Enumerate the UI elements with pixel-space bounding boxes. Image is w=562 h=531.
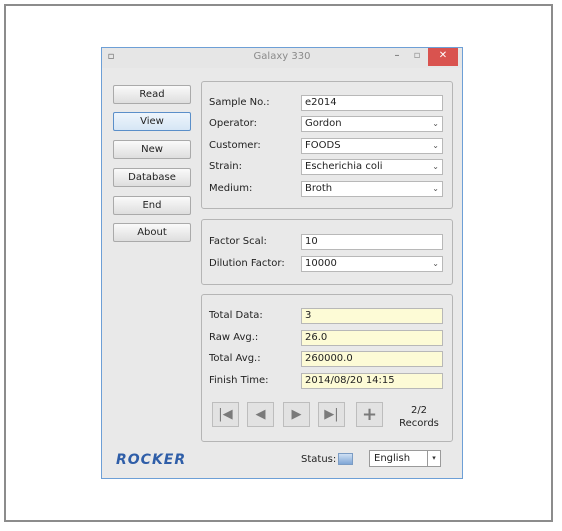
factor-group: Factor Scal: 10 Dilution Factor: 10000 ⌄ [201,219,453,285]
chevron-down-icon: ▾ [427,451,440,466]
factor-scal-label: Factor Scal: [209,236,267,247]
strain-select[interactable]: Escherichia coli ⌄ [301,159,443,175]
raw-avg-field: 26.0 [301,330,443,346]
records-count: 2/2 [410,405,428,416]
view-button[interactable]: View [113,112,191,131]
total-avg-field: 260000.0 [301,351,443,367]
finish-time-value: 2014/08/20 14:15 [305,375,395,386]
next-record-icon: ▶ [291,407,302,422]
previous-record-button[interactable]: ◀ [247,402,274,427]
finish-time-field: 2014/08/20 14:15 [301,373,443,389]
chevron-down-icon: ⌄ [432,259,439,268]
medium-value: Broth [305,183,333,194]
next-record-button[interactable]: ▶ [283,402,310,427]
finish-time-label: Finish Time: [209,375,269,386]
maximize-icon[interactable]: ▫ [408,48,426,66]
close-icon[interactable]: ✕ [428,48,458,66]
strain-label: Strain: [209,161,242,172]
total-avg-label: Total Avg.: [209,353,261,364]
about-button[interactable]: About [113,223,191,242]
first-record-icon: |◀ [218,407,233,422]
chevron-down-icon: ⌄ [432,141,439,150]
total-data-field: 3 [301,308,443,324]
operator-value: Gordon [305,118,342,129]
customer-value: FOODS [305,140,341,151]
app-window: ▫ Galaxy 330 – ▫ ✕ Read View New Databas… [101,47,463,479]
first-record-button[interactable]: |◀ [212,402,239,427]
factor-scal-value: 10 [305,236,318,247]
records-counter: 2/2 Records [394,404,444,430]
rocker-logo: ROCKER [116,452,187,468]
add-record-button[interactable]: + [356,402,383,427]
database-button[interactable]: Database [113,168,191,187]
total-data-label: Total Data: [209,310,263,321]
read-button[interactable]: Read [113,85,191,104]
last-record-icon: ▶| [324,407,339,422]
end-button[interactable]: End [113,196,191,215]
customer-select[interactable]: FOODS ⌄ [301,138,443,154]
sample-no-label: Sample No.: [209,97,270,108]
status-indicator-icon [338,453,353,465]
total-avg-value: 260000.0 [305,353,353,364]
status-label: Status: [301,454,337,465]
chevron-down-icon: ⌄ [432,162,439,171]
language-value: English [374,453,411,464]
minimize-icon[interactable]: – [388,48,406,66]
factor-scal-input[interactable]: 10 [301,234,443,250]
last-record-button[interactable]: ▶| [318,402,345,427]
new-button[interactable]: New [113,140,191,159]
strain-value: Escherichia coli [305,161,383,172]
previous-record-icon: ◀ [255,407,266,422]
language-select[interactable]: English ▾ [369,450,441,467]
operator-label: Operator: [209,118,257,129]
medium-select[interactable]: Broth ⌄ [301,181,443,197]
sample-no-value: e2014 [305,97,337,108]
title-bar: ▫ Galaxy 330 – ▫ ✕ [102,48,462,68]
dilution-factor-label: Dilution Factor: [209,258,285,269]
chevron-down-icon: ⌄ [432,119,439,128]
raw-avg-value: 26.0 [305,332,328,343]
sample-info-group: Sample No.: e2014 Operator: Gordon ⌄ Cust… [201,81,453,209]
sample-no-input[interactable]: e2014 [301,95,443,111]
customer-label: Customer: [209,140,261,151]
records-label: Records [399,418,439,429]
medium-label: Medium: [209,183,253,194]
chevron-down-icon: ⌄ [432,184,439,193]
dilution-factor-value: 10000 [305,258,337,269]
raw-avg-label: Raw Avg.: [209,332,259,343]
add-record-icon: + [361,404,378,425]
operator-select[interactable]: Gordon ⌄ [301,116,443,132]
dilution-factor-select[interactable]: 10000 ⌄ [301,256,443,272]
total-data-value: 3 [305,310,312,321]
